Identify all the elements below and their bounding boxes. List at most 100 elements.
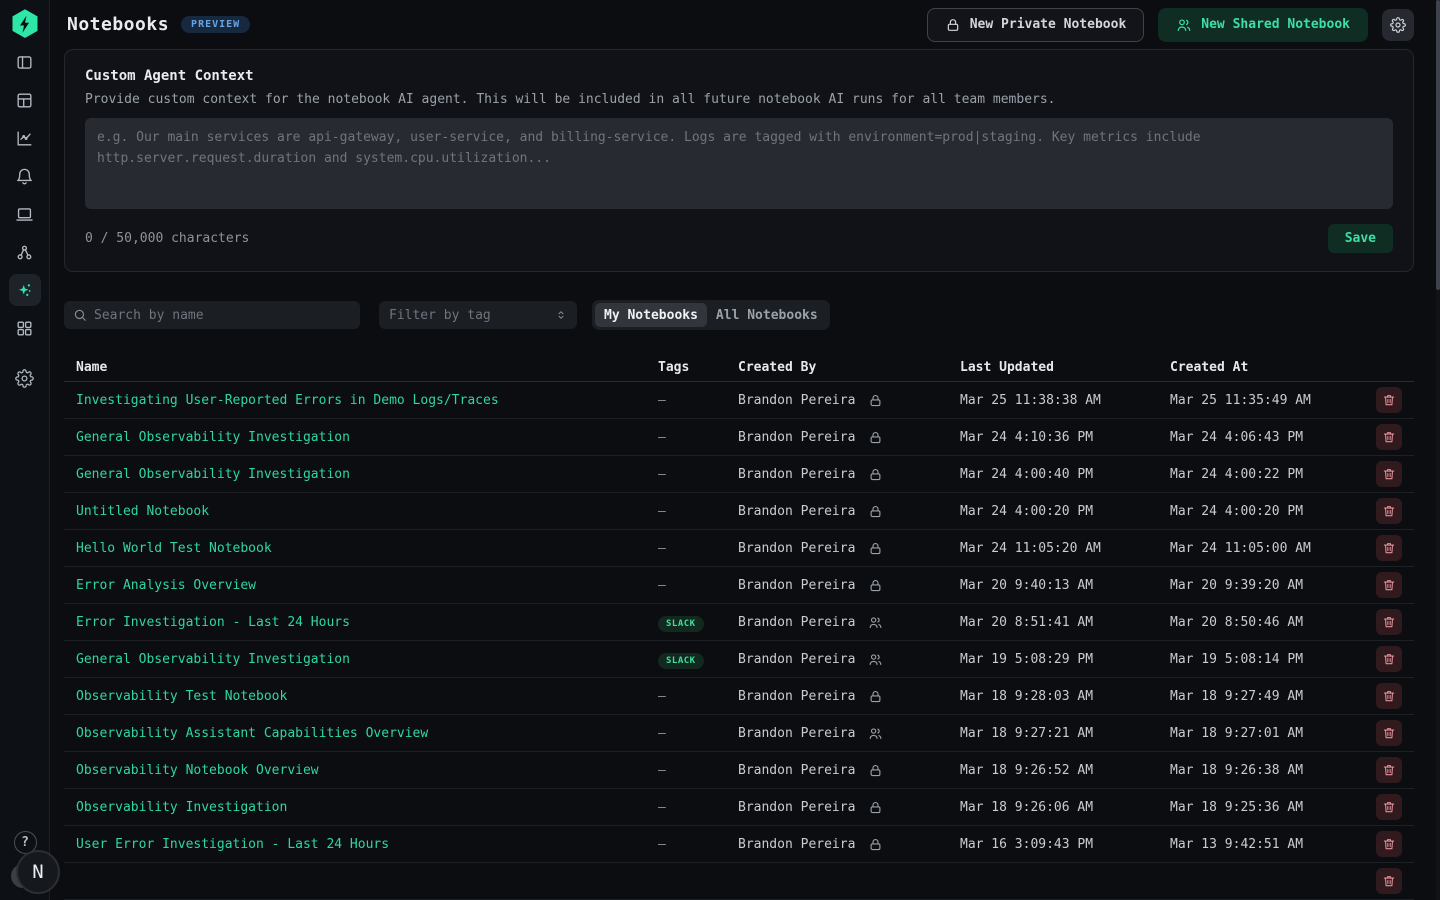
- lock-icon: [868, 689, 883, 704]
- trash-icon: [1382, 689, 1396, 703]
- panel-toggle-icon[interactable]: [9, 46, 41, 78]
- tag-filter-select[interactable]: Filter by tag: [379, 301, 577, 329]
- sidebar-item-apps[interactable]: [9, 312, 41, 344]
- notebook-name-link[interactable]: Observability Notebook Overview: [76, 763, 319, 778]
- notebook-name-link[interactable]: Investigating User-Reported Errors in De…: [76, 393, 499, 408]
- notebook-name-link[interactable]: Error Analysis Overview: [76, 578, 256, 593]
- table-body: Investigating User-Reported Errors in De…: [64, 382, 1414, 900]
- sidebar-item-tables[interactable]: [9, 84, 41, 116]
- notebook-name-link[interactable]: Observability Investigation: [76, 800, 287, 815]
- created-at-value: Mar 24 4:06:43 PM: [1170, 430, 1303, 445]
- table-row[interactable]: Observability Test Notebook—Brandon Pere…: [64, 678, 1414, 715]
- page-title: Notebooks: [67, 14, 169, 35]
- table-row[interactable]: General Observability Investigation—Bran…: [64, 456, 1414, 493]
- agent-context-textarea[interactable]: [85, 118, 1393, 209]
- tag-empty-dash: —: [658, 800, 666, 815]
- created-at-value: Mar 24 4:00:20 PM: [1170, 504, 1303, 519]
- notebook-name-link[interactable]: Observability Assistant Capabilities Ove…: [76, 726, 428, 741]
- delete-notebook-button[interactable]: [1376, 720, 1402, 746]
- notebook-name-link[interactable]: General Observability Investigation: [76, 652, 350, 667]
- notebooks-table: Name Tags Created By Last Updated Create…: [64, 353, 1414, 900]
- delete-notebook-button[interactable]: [1376, 498, 1402, 524]
- table-row[interactable]: User Error Investigation - Last 24 Hours…: [64, 826, 1414, 863]
- notebook-name-link[interactable]: User Error Investigation - Last 24 Hours: [76, 837, 389, 852]
- created-by-name: Brandon Pereira: [738, 726, 855, 741]
- search-icon: [73, 308, 87, 322]
- lock-icon: [868, 578, 883, 593]
- context-card-title: Custom Agent Context: [85, 68, 1393, 84]
- people-icon: [868, 615, 883, 630]
- context-card-description: Provide custom context for the notebook …: [85, 92, 1393, 107]
- app-logo-icon[interactable]: [10, 8, 40, 40]
- table-row[interactable]: Error Investigation - Last 24 HoursSLACK…: [64, 604, 1414, 641]
- gear-icon: [1390, 17, 1406, 33]
- delete-notebook-button[interactable]: [1376, 646, 1402, 672]
- delete-notebook-button[interactable]: [1376, 868, 1402, 894]
- lock-icon: [945, 17, 961, 33]
- delete-notebook-button[interactable]: [1376, 757, 1402, 783]
- table-row[interactable]: Hello World Test Notebook—Brandon Pereir…: [64, 530, 1414, 567]
- settings-gear-button[interactable]: [1382, 9, 1414, 41]
- notebook-name-link[interactable]: Observability Test Notebook: [76, 689, 287, 704]
- sidebar-item-metrics[interactable]: [9, 122, 41, 154]
- delete-notebook-button[interactable]: [1376, 831, 1402, 857]
- delete-notebook-button[interactable]: [1376, 461, 1402, 487]
- delete-notebook-button[interactable]: [1376, 794, 1402, 820]
- table-row[interactable]: Observability Assistant Capabilities Ove…: [64, 715, 1414, 752]
- last-updated-value: Mar 24 4:10:36 PM: [960, 430, 1093, 445]
- created-by-name: Brandon Pereira: [738, 689, 855, 704]
- notebook-name-link[interactable]: General Observability Investigation: [76, 430, 350, 445]
- column-header-tags: Tags: [658, 360, 738, 375]
- table-row[interactable]: General Observability InvestigationSLACK…: [64, 641, 1414, 678]
- sidebar-item-ai-notebooks[interactable]: [9, 274, 41, 306]
- delete-notebook-button[interactable]: [1376, 572, 1402, 598]
- tab-my-notebooks[interactable]: My Notebooks: [595, 303, 707, 327]
- last-updated-value: Mar 24 4:00:20 PM: [960, 504, 1093, 519]
- lock-icon: [868, 467, 883, 482]
- trash-icon: [1382, 504, 1396, 518]
- sidebar-item-alerts[interactable]: [9, 160, 41, 192]
- sidebar-item-settings[interactable]: [9, 362, 41, 394]
- delete-notebook-button[interactable]: [1376, 535, 1402, 561]
- delete-notebook-button[interactable]: [1376, 683, 1402, 709]
- table-row[interactable]: General Observability Investigation—Bran…: [64, 419, 1414, 456]
- created-by-name: Brandon Pereira: [738, 504, 855, 519]
- notebook-name-link[interactable]: Hello World Test Notebook: [76, 541, 272, 556]
- sidebar-item-topology[interactable]: [9, 236, 41, 268]
- search-input[interactable]: [94, 308, 351, 323]
- table-row[interactable]: Observability Notebook Overview—Brandon …: [64, 752, 1414, 789]
- table-row[interactable]: Investigating User-Reported Errors in De…: [64, 382, 1414, 419]
- sidebar: ? N: [0, 0, 50, 900]
- sidebar-item-hosts[interactable]: [9, 198, 41, 230]
- notebook-name-link[interactable]: Error Investigation - Last 24 Hours: [76, 615, 350, 630]
- new-shared-notebook-button[interactable]: New Shared Notebook: [1158, 8, 1368, 42]
- table-row[interactable]: Observability Investigation—Brandon Pere…: [64, 789, 1414, 826]
- lock-icon: [868, 393, 883, 408]
- context-card-footer: 0 / 50,000 characters Save: [85, 224, 1393, 253]
- tag-empty-dash: —: [658, 467, 666, 482]
- delete-notebook-button[interactable]: [1376, 609, 1402, 635]
- tag-empty-dash: —: [658, 578, 666, 593]
- trash-icon: [1382, 652, 1396, 666]
- table-row[interactable]: Error Analysis Overview—Brandon PereiraM…: [64, 567, 1414, 604]
- last-updated-value: Mar 16 3:09:43 PM: [960, 837, 1093, 852]
- tab-all-notebooks[interactable]: All Notebooks: [707, 303, 827, 327]
- new-private-notebook-button[interactable]: New Private Notebook: [927, 8, 1145, 42]
- avatar[interactable]: N: [16, 850, 60, 894]
- trash-icon: [1382, 615, 1396, 629]
- delete-notebook-button[interactable]: [1376, 387, 1402, 413]
- column-header-created-by: Created By: [738, 360, 960, 375]
- created-at-value: Mar 18 9:27:49 AM: [1170, 689, 1303, 704]
- scrollbar-thumb[interactable]: [1436, 0, 1440, 290]
- created-by-name: Brandon Pereira: [738, 541, 855, 556]
- table-row[interactable]: [64, 863, 1414, 900]
- table-row[interactable]: Untitled Notebook—Brandon PereiraMar 24 …: [64, 493, 1414, 530]
- save-button[interactable]: Save: [1328, 224, 1393, 253]
- notebook-name-link[interactable]: General Observability Investigation: [76, 467, 350, 482]
- lock-icon: [868, 837, 883, 852]
- scrollbar-track[interactable]: [1436, 0, 1440, 900]
- created-by-name: Brandon Pereira: [738, 615, 855, 630]
- delete-notebook-button[interactable]: [1376, 424, 1402, 450]
- notebook-name-link[interactable]: Untitled Notebook: [76, 504, 209, 519]
- last-updated-value: Mar 18 9:26:06 AM: [960, 800, 1093, 815]
